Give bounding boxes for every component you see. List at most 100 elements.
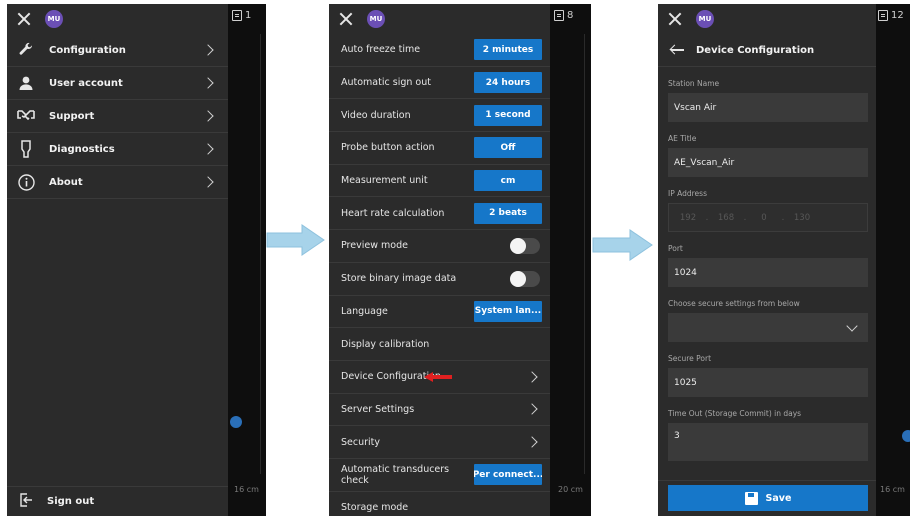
chevron-right-icon xyxy=(202,110,214,122)
setting-label: Security xyxy=(341,436,381,448)
image-counter-badge: 12 xyxy=(878,10,904,21)
preview-mode-toggle[interactable] xyxy=(510,237,540,254)
menu-item-label: Configuration xyxy=(49,44,126,56)
wrench-icon xyxy=(17,41,35,59)
menu-item-configuration[interactable]: Configuration xyxy=(7,34,228,67)
automatic-sign-out-button[interactable]: 24 hours xyxy=(474,72,542,94)
image-counter-badge: 1 xyxy=(232,10,251,21)
store-binary-image-data-toggle[interactable] xyxy=(510,270,540,287)
image-counter: 1 xyxy=(245,10,252,21)
avatar[interactable]: MU xyxy=(367,10,385,28)
setting-auto-freeze-time: Auto freeze time 2 minutes xyxy=(329,34,550,67)
top-bar: MU xyxy=(658,4,876,34)
measurement-unit-button[interactable]: cm xyxy=(474,170,542,192)
setting-server-settings[interactable]: Server Settings xyxy=(329,394,550,427)
timeout-field[interactable]: 3 xyxy=(668,423,868,461)
ip-address-field: 192 . 168 . 0 . 130 xyxy=(668,203,868,232)
setting-device-configuration[interactable]: Device Configuration xyxy=(329,361,550,394)
avatar[interactable]: MU xyxy=(45,10,63,28)
station-name-field[interactable]: Vscan Air xyxy=(668,93,868,122)
back-arrow-icon[interactable] xyxy=(670,45,684,55)
close-icon[interactable] xyxy=(339,12,353,26)
info-icon xyxy=(17,173,35,191)
close-icon[interactable] xyxy=(668,12,682,26)
top-bar: MU xyxy=(7,4,228,34)
menu-item-user-account[interactable]: User account xyxy=(7,67,228,100)
setting-security[interactable]: Security xyxy=(329,426,550,459)
ip-octet: 192 xyxy=(679,212,697,223)
close-icon[interactable] xyxy=(17,12,31,26)
automatic-transducers-check-button[interactable]: Per connect... xyxy=(474,464,542,486)
menu-item-label: About xyxy=(49,176,83,188)
menu-item-label: Diagnostics xyxy=(49,143,115,155)
menu-item-support[interactable]: Support xyxy=(7,100,228,133)
setting-store-binary-image-data: Store binary image data xyxy=(329,263,550,296)
toggle-knob xyxy=(510,237,526,254)
setting-label: Display calibration xyxy=(341,338,430,350)
video-duration-button[interactable]: 1 second xyxy=(474,104,542,126)
sign-out-button[interactable]: Sign out xyxy=(7,486,228,516)
handshake-icon xyxy=(17,107,35,125)
image-counter: 8 xyxy=(567,10,574,21)
focus-marker[interactable] xyxy=(230,416,242,428)
setting-label: Store binary image data xyxy=(341,273,457,285)
save-button[interactable]: Save xyxy=(668,485,868,511)
depth-scale-line xyxy=(584,34,585,474)
save-bar: Save xyxy=(658,480,876,516)
secure-port-label: Secure Port xyxy=(668,353,712,363)
secure-settings-dropdown[interactable] xyxy=(668,313,868,342)
setting-automatic-sign-out: Automatic sign out 24 hours xyxy=(329,67,550,100)
timeout-label: Time Out (Storage Commit) in days xyxy=(668,408,802,418)
auto-freeze-time-button[interactable]: 2 minutes xyxy=(474,39,542,61)
depth-scale-line xyxy=(260,34,261,474)
probe-icon xyxy=(17,140,35,158)
chevron-right-icon xyxy=(526,403,538,416)
ip-octet: 130 xyxy=(793,212,811,223)
top-bar: MU xyxy=(329,4,550,34)
setting-label: Probe button action xyxy=(341,142,435,154)
ip-address-label: IP Address xyxy=(668,188,707,198)
ip-separator: . xyxy=(705,212,709,223)
menu-item-about[interactable]: About xyxy=(7,166,228,199)
ip-separator: . xyxy=(781,212,785,223)
secure-port-field[interactable]: 1025 xyxy=(668,368,868,397)
ultrasound-background: 12 16 cm xyxy=(876,4,910,516)
setting-display-calibration[interactable]: Display calibration xyxy=(329,328,550,361)
ip-octet: 0 xyxy=(761,212,767,223)
ae-title-field[interactable]: AE_Vscan_Air xyxy=(668,148,868,177)
avatar[interactable]: MU xyxy=(696,10,714,28)
image-stack-icon xyxy=(878,10,888,21)
language-button[interactable]: System lan... xyxy=(474,300,542,322)
image-stack-icon xyxy=(232,10,242,21)
focus-marker[interactable] xyxy=(902,430,910,442)
heart-rate-calculation-button[interactable]: 2 beats xyxy=(474,202,542,224)
port-field[interactable]: 1024 xyxy=(668,258,868,287)
setting-label: Measurement unit xyxy=(341,175,428,187)
setting-label: Preview mode xyxy=(341,240,408,252)
depth-label: 20 cm xyxy=(558,485,583,494)
setting-label: Storage mode xyxy=(341,502,409,514)
chevron-right-icon xyxy=(202,77,214,89)
ultrasound-background: 1 16 cm xyxy=(228,4,266,516)
menu-item-diagnostics[interactable]: Diagnostics xyxy=(7,133,228,166)
user-icon xyxy=(17,74,35,92)
setting-video-duration: Video duration 1 second xyxy=(329,99,550,133)
phone-screen-settings: 8 20 cm MU Auto freeze time 2 minutes Au… xyxy=(329,4,591,516)
image-counter-badge: 8 xyxy=(554,10,573,21)
flow-arrow-icon xyxy=(592,229,653,261)
flow-arrow-icon xyxy=(266,224,325,256)
setting-label: Heart rate calculation xyxy=(341,207,445,219)
chevron-right-icon xyxy=(202,44,214,56)
secure-settings-label: Choose secure settings from below xyxy=(668,298,800,308)
device-configuration-drawer: MU Device Configuration Station Name Vsc… xyxy=(658,4,876,516)
page-title: Device Configuration xyxy=(696,44,815,56)
setting-label: Server Settings xyxy=(341,403,415,415)
probe-button-action-button[interactable]: Off xyxy=(474,137,542,159)
setting-storage-mode[interactable]: Storage mode xyxy=(329,492,550,516)
setting-probe-button-action: Probe button action Off xyxy=(329,132,550,165)
ultrasound-background: 8 20 cm xyxy=(550,4,591,516)
setting-automatic-transducers-check: Automatic transducers check Per connect.… xyxy=(329,459,550,492)
setting-label: Auto freeze time xyxy=(341,44,421,56)
setting-measurement-unit: Measurement unit cm xyxy=(329,165,550,198)
setting-label: Automatic transducers check xyxy=(341,463,450,486)
